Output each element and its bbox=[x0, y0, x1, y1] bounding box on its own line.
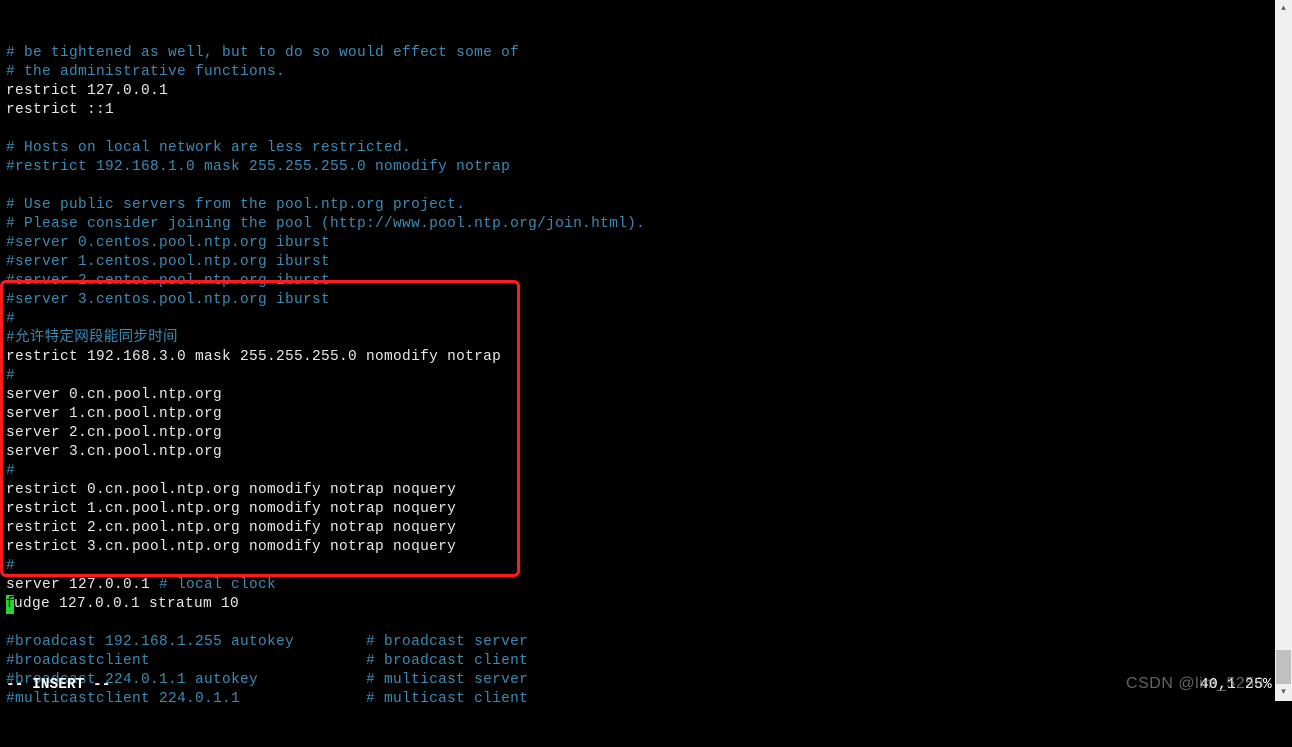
editor-line[interactable]: # bbox=[6, 462, 1275, 481]
text-segment: #broadcastclient # broadcast client bbox=[6, 653, 528, 669]
editor-line[interactable]: #server 3.centos.pool.ntp.org iburst bbox=[6, 291, 1275, 310]
text-segment: # bbox=[6, 368, 15, 384]
text-segment: #server 3.centos.pool.ntp.org iburst bbox=[6, 292, 330, 308]
editor-line[interactable]: #允许特定网段能同步时间 bbox=[6, 329, 1275, 348]
text-segment: restrict 1.cn.pool.ntp.org nomodify notr… bbox=[6, 501, 456, 517]
editor-line[interactable]: restrict 127.0.0.1 bbox=[6, 82, 1275, 101]
vertical-scrollbar[interactable]: ▴ ▾ bbox=[1275, 0, 1292, 701]
text-segment: restrict 127.0.0.1 bbox=[6, 83, 168, 99]
text-segment: # bbox=[6, 463, 15, 479]
text-segment: server 1.cn.pool.ntp.org bbox=[6, 406, 222, 422]
text-segment: restrict 3.cn.pool.ntp.org nomodify notr… bbox=[6, 539, 456, 555]
editor-line[interactable]: restrict ::1 bbox=[6, 101, 1275, 120]
editor-line[interactable]: # bbox=[6, 557, 1275, 576]
editor-line[interactable]: restrict 192.168.3.0 mask 255.255.255.0 … bbox=[6, 348, 1275, 367]
vim-status-bar: -- INSERT -- 40,1 25% bbox=[6, 676, 1272, 695]
scroll-down-button[interactable]: ▾ bbox=[1275, 684, 1292, 701]
editor-line[interactable]: # Please consider joining the pool (http… bbox=[6, 215, 1275, 234]
text-segment: server 2.cn.pool.ntp.org bbox=[6, 425, 222, 441]
text-segment: #restrict 192.168.1.0 mask 255.255.255.0… bbox=[6, 159, 510, 175]
text-segment: restrict 192.168.3.0 mask 255.255.255.0 … bbox=[6, 349, 501, 365]
text-segment: # bbox=[6, 311, 15, 327]
text-segment: #允许特定网段能同步时间 bbox=[6, 330, 178, 346]
editor-line[interactable]: # bbox=[6, 367, 1275, 386]
editor-content[interactable]: # be tightened as well, but to do so wou… bbox=[6, 44, 1275, 709]
scroll-up-button[interactable]: ▴ bbox=[1275, 0, 1292, 17]
editor-line[interactable]: fudge 127.0.0.1 stratum 10 bbox=[6, 595, 1275, 614]
terminal-editor[interactable]: # be tightened as well, but to do so wou… bbox=[0, 0, 1275, 701]
text-segment: # Use public servers from the pool.ntp.o… bbox=[6, 197, 465, 213]
editor-line[interactable] bbox=[6, 177, 1275, 196]
editor-line[interactable]: #restrict 192.168.1.0 mask 255.255.255.0… bbox=[6, 158, 1275, 177]
editor-line[interactable]: # bbox=[6, 310, 1275, 329]
text-segment: #server 1.centos.pool.ntp.org iburst bbox=[6, 254, 330, 270]
text-cursor: f bbox=[6, 595, 14, 614]
editor-line[interactable]: server 1.cn.pool.ntp.org bbox=[6, 405, 1275, 424]
text-segment: server 0.cn.pool.ntp.org bbox=[6, 387, 222, 403]
text-segment: restrict 2.cn.pool.ntp.org nomodify notr… bbox=[6, 520, 456, 536]
editor-line[interactable]: # the administrative functions. bbox=[6, 63, 1275, 82]
editor-line[interactable]: restrict 1.cn.pool.ntp.org nomodify notr… bbox=[6, 500, 1275, 519]
text-segment: # bbox=[6, 558, 15, 574]
text-segment: # the administrative functions. bbox=[6, 64, 285, 80]
text-segment: restrict 0.cn.pool.ntp.org nomodify notr… bbox=[6, 482, 456, 498]
editor-line[interactable]: # Hosts on local network are less restri… bbox=[6, 139, 1275, 158]
text-segment: # Please consider joining the pool (http… bbox=[6, 216, 645, 232]
editor-line[interactable]: restrict 0.cn.pool.ntp.org nomodify notr… bbox=[6, 481, 1275, 500]
text-segment: #server 2.centos.pool.ntp.org iburst bbox=[6, 273, 330, 289]
text-segment: #broadcast 192.168.1.255 autokey # broad… bbox=[6, 634, 528, 650]
editor-line[interactable]: server 127.0.0.1 # local clock bbox=[6, 576, 1275, 595]
editor-line[interactable]: restrict 2.cn.pool.ntp.org nomodify notr… bbox=[6, 519, 1275, 538]
editor-line[interactable]: server 0.cn.pool.ntp.org bbox=[6, 386, 1275, 405]
editor-line[interactable]: # Use public servers from the pool.ntp.o… bbox=[6, 196, 1275, 215]
editor-line[interactable]: #server 1.centos.pool.ntp.org iburst bbox=[6, 253, 1275, 272]
scrollbar-track[interactable] bbox=[1275, 0, 1292, 701]
editor-line[interactable] bbox=[6, 120, 1275, 139]
editor-line[interactable]: server 2.cn.pool.ntp.org bbox=[6, 424, 1275, 443]
editor-line[interactable]: #server 0.centos.pool.ntp.org iburst bbox=[6, 234, 1275, 253]
editor-line[interactable]: # be tightened as well, but to do so wou… bbox=[6, 44, 1275, 63]
text-segment: # Hosts on local network are less restri… bbox=[6, 140, 411, 156]
text-segment: udge 127.0.0.1 stratum 10 bbox=[14, 596, 239, 612]
text-segment: # local clock bbox=[159, 577, 276, 593]
editor-line[interactable]: #server 2.centos.pool.ntp.org iburst bbox=[6, 272, 1275, 291]
scroll-percent: 25% bbox=[1245, 677, 1272, 693]
editor-line[interactable]: server 3.cn.pool.ntp.org bbox=[6, 443, 1275, 462]
editor-line[interactable]: restrict 3.cn.pool.ntp.org nomodify notr… bbox=[6, 538, 1275, 557]
vim-mode: -- INSERT -- bbox=[6, 676, 110, 695]
editor-line[interactable]: #broadcast 192.168.1.255 autokey # broad… bbox=[6, 633, 1275, 652]
scrollbar-thumb[interactable] bbox=[1276, 650, 1291, 684]
editor-line[interactable] bbox=[6, 614, 1275, 633]
cursor-position: 40,1 bbox=[1200, 677, 1236, 693]
text-segment: restrict ::1 bbox=[6, 102, 114, 118]
vim-position-info: 40,1 25% bbox=[1200, 676, 1272, 695]
text-segment: server 127.0.0.1 bbox=[6, 577, 159, 593]
text-segment: # be tightened as well, but to do so wou… bbox=[6, 45, 519, 61]
editor-line[interactable]: #broadcastclient # broadcast client bbox=[6, 652, 1275, 671]
text-segment: server 3.cn.pool.ntp.org bbox=[6, 444, 222, 460]
text-segment: #server 0.centos.pool.ntp.org iburst bbox=[6, 235, 330, 251]
